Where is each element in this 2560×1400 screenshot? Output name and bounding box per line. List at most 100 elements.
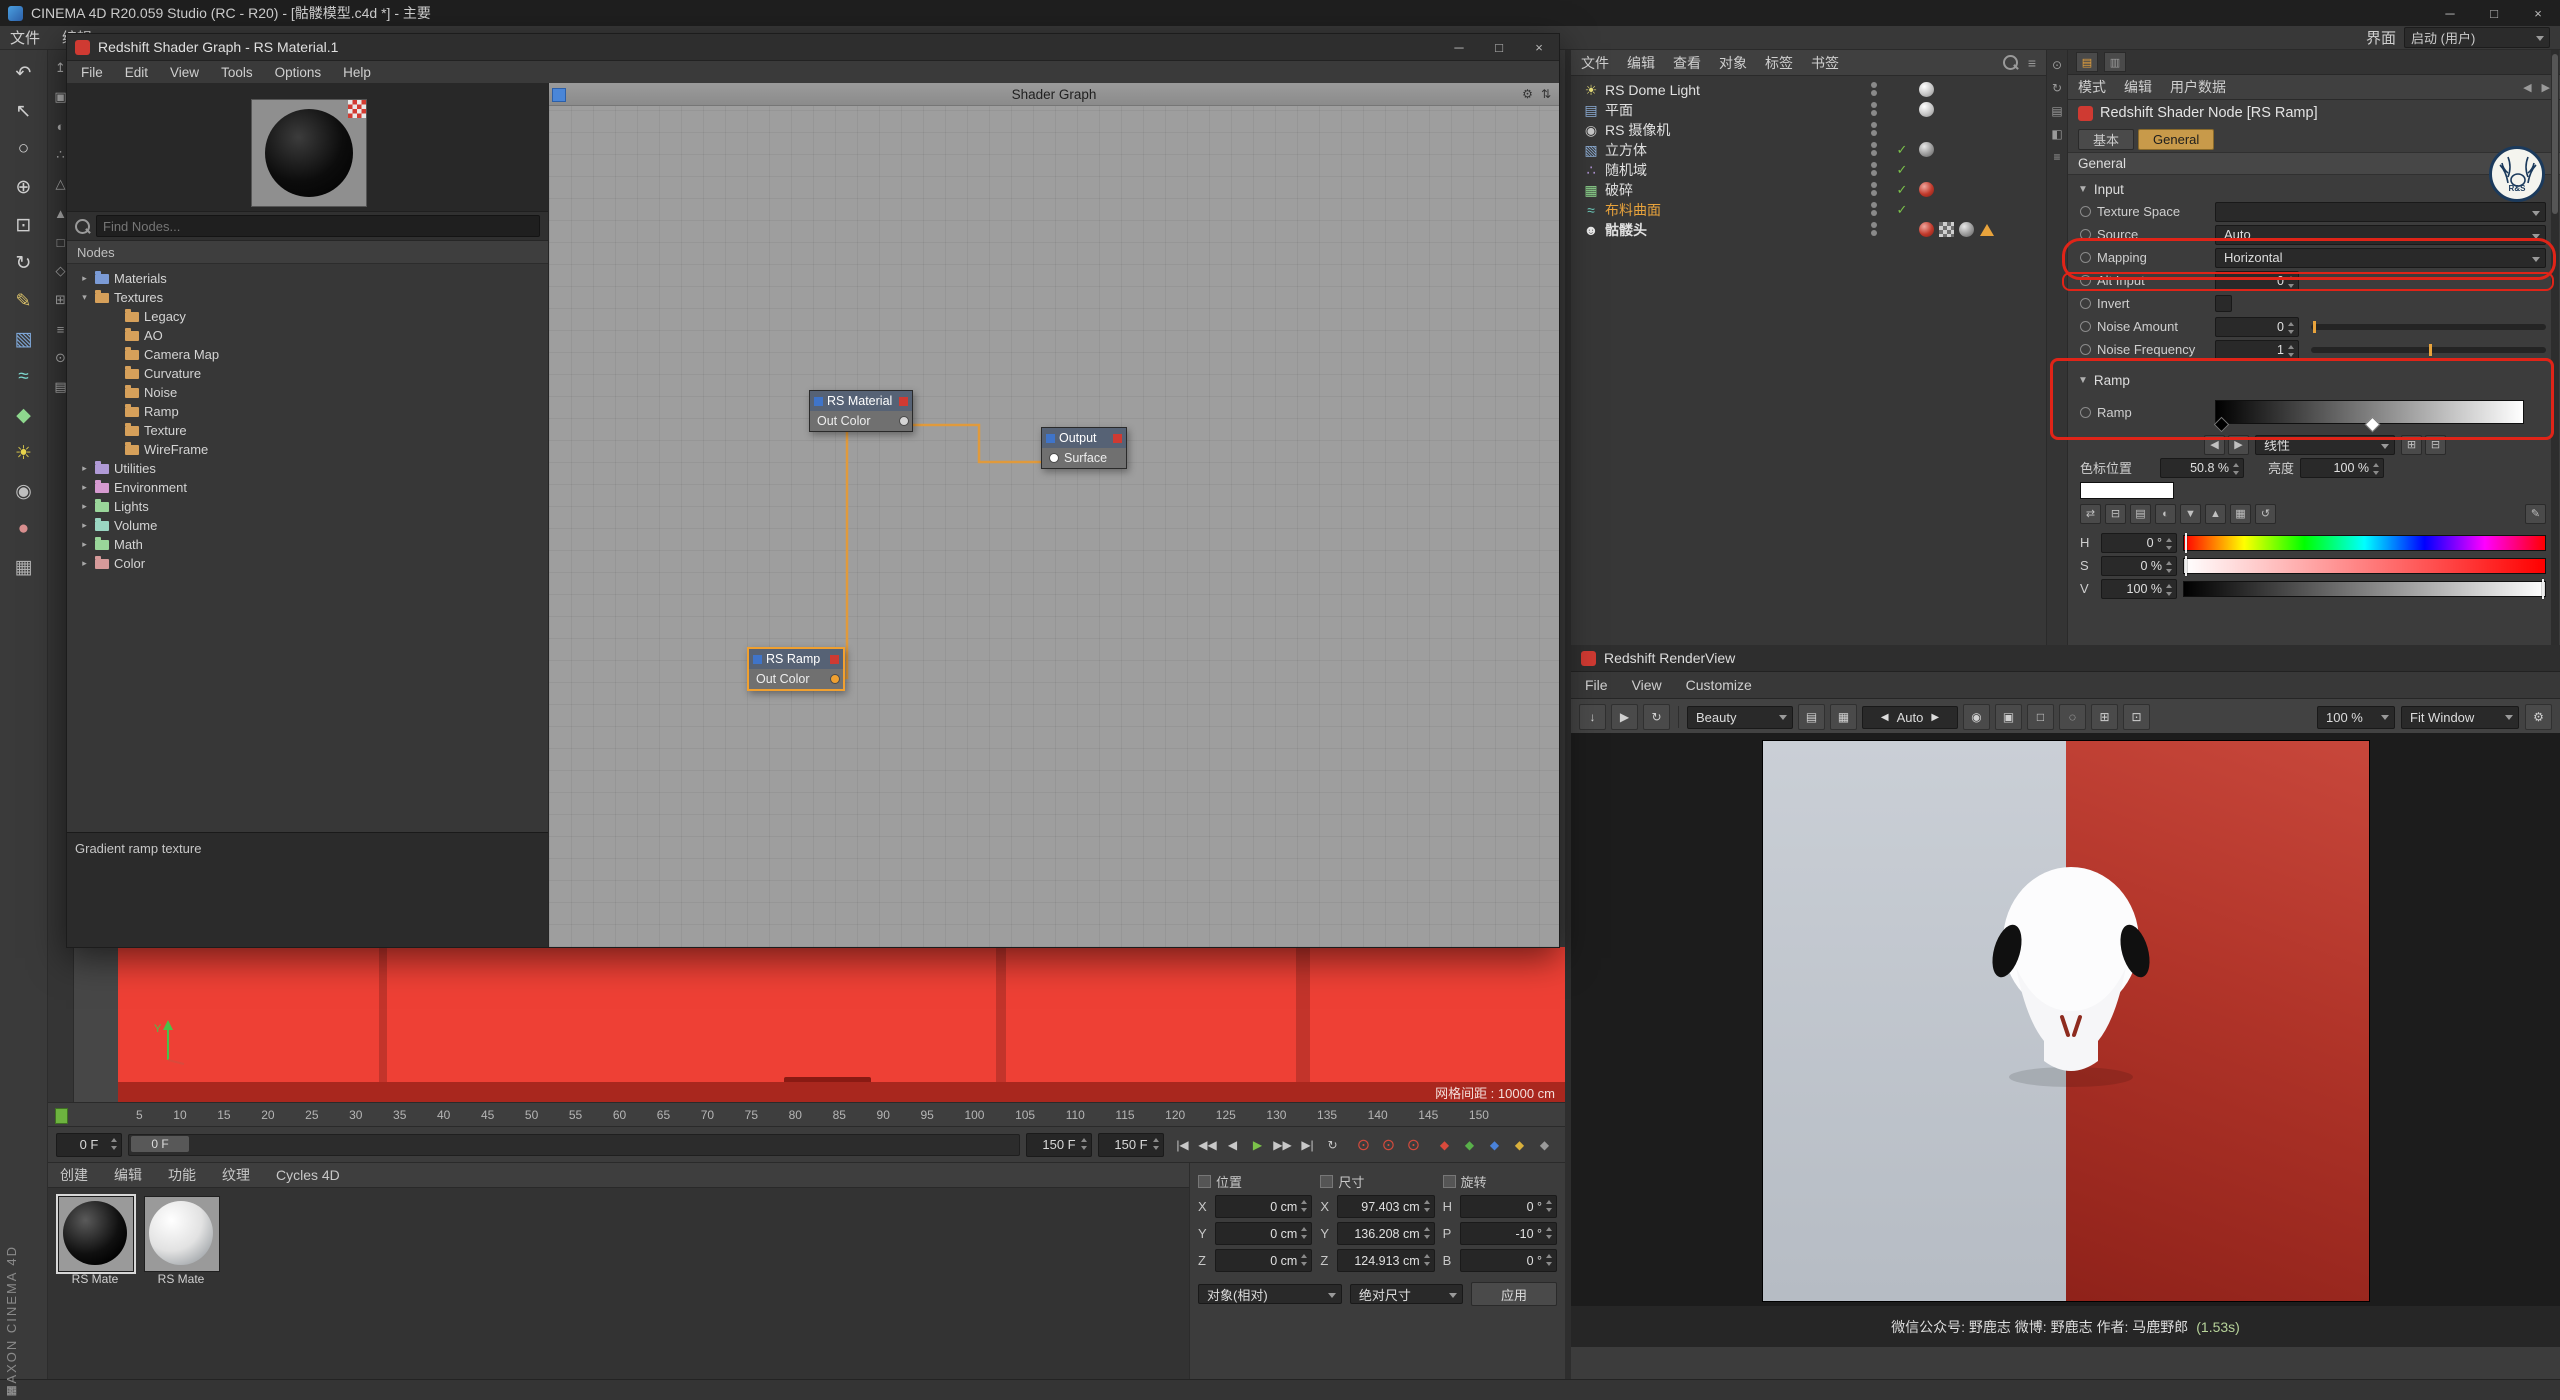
filter-icon[interactable]: ≡ — [2028, 55, 2036, 71]
saturation-slider[interactable] — [2183, 558, 2546, 574]
material-menu-function[interactable]: 功能 — [168, 1165, 196, 1185]
noise-amount-slider[interactable] — [2311, 324, 2546, 330]
scrollbar[interactable] — [2551, 50, 2559, 645]
noise-frequency-field[interactable]: 1 — [2215, 340, 2299, 360]
enable-toggle[interactable]: ✓ — [1893, 140, 1911, 160]
history-back-icon[interactable]: ◀ — [2523, 81, 2531, 94]
start-render-icon[interactable]: ▶ — [1611, 704, 1638, 730]
split-panel-icon[interactable]: ◧ — [2051, 127, 2062, 141]
eyedropper-icon[interactable]: ✎ — [2525, 504, 2546, 524]
render-canvas[interactable] — [1571, 733, 2560, 1306]
ab-compare-icon[interactable]: ⊡ — [2123, 704, 2150, 730]
anim-dot-icon[interactable] — [2080, 229, 2091, 240]
maximize-button[interactable]: □ — [2472, 0, 2516, 26]
gear-icon[interactable]: ⚙ — [2525, 704, 2552, 730]
visibility-dots[interactable] — [1871, 222, 1877, 236]
loop-button[interactable]: ↻ — [1320, 1133, 1345, 1157]
fit-view-icon[interactable]: ⇅ — [1541, 87, 1551, 101]
om-menu-tags[interactable]: 标签 — [1765, 53, 1793, 73]
shader-graph-titlebar[interactable]: Redshift Shader Graph - RS Material.1 ─ … — [67, 34, 1559, 61]
knot-prev-icon[interactable]: ◀ — [2204, 435, 2225, 455]
stepper-icon[interactable] — [1423, 1226, 1432, 1240]
object-row[interactable]: ▤平面 — [1571, 100, 2046, 120]
cursor-tool-icon[interactable]: ↖ — [6, 94, 42, 128]
material-thumbnail-black[interactable] — [58, 1196, 134, 1272]
rotation-p-field[interactable]: -10 ° — [1460, 1222, 1557, 1245]
position-z-field[interactable]: 0 cm — [1215, 1249, 1312, 1272]
tree-item-curvature[interactable]: Curvature — [67, 364, 548, 383]
stepper-icon[interactable] — [2287, 344, 2296, 358]
section-general[interactable]: General — [2068, 152, 2560, 175]
tree-item-volume[interactable]: ▸Volume — [67, 516, 548, 535]
output-port[interactable] — [899, 416, 909, 426]
object-row[interactable]: ∴随机域✓ — [1571, 160, 2046, 180]
object-row[interactable]: ▦破碎✓ — [1571, 180, 2046, 200]
visibility-dots[interactable] — [1871, 122, 1877, 136]
viewport[interactable]: Y 帧速 : 178.6 网格间距 : 10000 cm — [74, 947, 1565, 1102]
stepper-icon[interactable] — [2232, 462, 2241, 476]
rv-menu-customize[interactable]: Customize — [1686, 677, 1752, 693]
caret-icon[interactable]: ▸ — [79, 501, 90, 512]
uv-tag-icon[interactable] — [1939, 222, 1954, 237]
object-name[interactable]: RS Dome Light — [1605, 82, 1700, 98]
object-name[interactable]: 骷髅头 — [1605, 220, 1647, 240]
apply-button[interactable]: 应用 — [1471, 1282, 1557, 1306]
tree-item-environment[interactable]: ▸Environment — [67, 478, 548, 497]
bucket-render-icon[interactable]: ▣ — [1995, 704, 2022, 730]
tree-item-textures[interactable]: ▾Textures — [67, 288, 548, 307]
node-rs-material[interactable]: RS Material Out Color — [809, 390, 913, 432]
record-keyframe-button[interactable]: ⊙ — [1351, 1133, 1376, 1157]
material-item[interactable]: RS Mate — [58, 1196, 134, 1288]
autokey-button[interactable]: ⊙ — [1376, 1133, 1401, 1157]
gradient-invert-icon[interactable]: ◐ — [2155, 504, 2176, 524]
enable-toggle[interactable]: ✓ — [1893, 180, 1911, 200]
display-mode-icon[interactable]: ▦ — [1830, 704, 1857, 730]
sg-menu-options[interactable]: Options — [275, 65, 322, 80]
rv-menu-file[interactable]: File — [1585, 677, 1608, 693]
gear-icon[interactable]: ⚙ — [1522, 87, 1533, 101]
tree-item-ao[interactable]: AO — [67, 326, 548, 345]
keyframe-selection-button[interactable]: ⊙ — [1401, 1133, 1426, 1157]
rotation-h-field[interactable]: 0 ° — [1460, 1195, 1557, 1218]
anim-dot-icon[interactable] — [2080, 206, 2091, 217]
tree-item-lights[interactable]: ▸Lights — [67, 497, 548, 516]
gradient-distribute-icon[interactable]: ▤ — [2130, 504, 2151, 524]
shader-graph-canvas[interactable]: Shader Graph ⚙ ⇅ RS Material Out Color O… — [549, 83, 1559, 947]
caret-icon[interactable]: ▸ — [79, 482, 90, 493]
restart-render-icon[interactable]: ↻ — [1643, 704, 1670, 730]
render-settings-icon[interactable]: ▦ — [6, 550, 42, 584]
stepper-icon[interactable] — [2165, 560, 2174, 574]
stepper-icon[interactable] — [1545, 1253, 1554, 1267]
close-button[interactable]: × — [2516, 0, 2560, 26]
stepper-icon[interactable] — [1300, 1226, 1309, 1240]
auto-mode-chip[interactable]: ◀ Auto ▶ — [1862, 706, 1958, 729]
timeline-slider-handle[interactable]: 0 F — [131, 1136, 189, 1152]
subdivision-icon[interactable]: ◆ — [6, 398, 42, 432]
tab-basic[interactable]: 基本 — [2078, 129, 2134, 150]
object-name[interactable]: 破碎 — [1605, 180, 1633, 200]
menu-file[interactable]: 文件 — [10, 27, 40, 48]
knot-delete-icon[interactable]: ⊟ — [2425, 435, 2446, 455]
key-pla-toggle[interactable]: ◆ — [1532, 1133, 1557, 1157]
compare-icon[interactable]: ⊞ — [2091, 704, 2118, 730]
minimize-button[interactable]: ─ — [1439, 34, 1479, 60]
gradient-load-icon[interactable]: ▼ — [2180, 504, 2201, 524]
key-position-toggle[interactable]: ◆ — [1432, 1133, 1457, 1157]
sg-menu-help[interactable]: Help — [343, 65, 371, 80]
ball-white-tag-icon[interactable] — [1919, 82, 1934, 97]
input-port[interactable] — [1049, 453, 1059, 463]
stepper-icon[interactable] — [110, 1137, 119, 1151]
ramp-knot-black[interactable] — [2214, 417, 2230, 433]
stepper-icon[interactable] — [1300, 1253, 1309, 1267]
caret-icon[interactable]: ▾ — [79, 292, 90, 303]
stepper-icon[interactable] — [2287, 275, 2296, 289]
knot-next-icon[interactable]: ▶ — [2228, 435, 2249, 455]
search-icon[interactable] — [2003, 55, 2018, 70]
alt-input-field[interactable]: 0 — [2215, 271, 2299, 291]
hue-slider[interactable] — [2183, 535, 2546, 551]
source-dropdown[interactable]: Auto — [2215, 225, 2546, 245]
anim-dot-icon[interactable] — [2080, 298, 2091, 309]
attr-menu-edit[interactable]: 编辑 — [2124, 77, 2152, 97]
spline-icon[interactable]: ≈ — [6, 360, 42, 394]
position-y-field[interactable]: 0 cm — [1215, 1222, 1312, 1245]
